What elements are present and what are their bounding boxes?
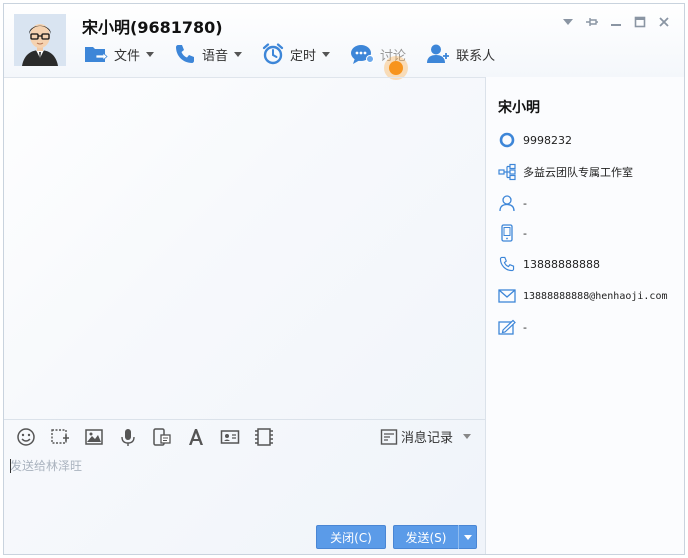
close-window-button[interactable]	[652, 12, 676, 32]
profile-org: 多益云团队专属工作室	[523, 166, 633, 179]
message-history-button[interactable]: 消息记录	[380, 427, 471, 446]
minimize-button[interactable]	[604, 12, 628, 32]
send-button[interactable]: 发送(S)	[393, 525, 477, 549]
file-button[interactable]: 文件	[84, 40, 155, 68]
contacts-button[interactable]: 联系人	[426, 40, 495, 68]
avatar[interactable]	[14, 14, 66, 66]
image-button[interactable]	[82, 425, 106, 449]
contacts-label: 联系人	[456, 48, 496, 64]
phone-icon	[498, 255, 516, 273]
send-options-dropdown[interactable]	[459, 525, 476, 549]
profile-mobile-row: -	[498, 223, 527, 243]
smiley-icon	[17, 427, 35, 446]
maximize-icon	[634, 16, 646, 28]
mobile-icon	[498, 224, 516, 242]
chevron-down-icon	[234, 51, 243, 57]
send-to-phone-button[interactable]	[150, 425, 174, 449]
file-label: 文件	[114, 48, 141, 64]
schedule-button[interactable]: 定时	[262, 40, 331, 68]
screenshot-button[interactable]	[48, 425, 72, 449]
microphone-icon	[121, 428, 135, 446]
close-button[interactable]: 关闭(C)	[316, 525, 386, 549]
screenshot-icon	[51, 428, 69, 444]
profile-signature: -	[523, 320, 527, 334]
voice-label: 语音	[202, 48, 229, 64]
main-toolbar: 文件 语音 定时 讨论 联系人	[84, 40, 515, 68]
font-button[interactable]	[184, 425, 208, 449]
history-label: 消息记录	[400, 431, 453, 446]
message-input[interactable]	[4, 453, 485, 521]
edit-signature-icon	[498, 318, 516, 336]
user-icon	[498, 194, 516, 212]
alarm-clock-icon	[262, 43, 284, 65]
profile-person: -	[523, 196, 527, 210]
business-card-button[interactable]	[218, 425, 242, 449]
snippet-button[interactable]	[252, 425, 276, 449]
profile-phone: 13888888888	[523, 257, 600, 271]
history-icon	[380, 428, 398, 445]
message-input-container	[4, 453, 485, 521]
schedule-label: 定时	[290, 48, 317, 64]
pin-icon	[586, 18, 598, 26]
chevron-down-icon	[463, 434, 471, 439]
phone-transfer-icon	[153, 427, 171, 446]
profile-email-row: 13888888888@henhaoji.com	[498, 286, 668, 306]
contact-title: 宋小明(9681780)	[82, 18, 223, 37]
maximize-button[interactable]	[628, 12, 652, 32]
voice-button[interactable]: 语音	[174, 40, 243, 68]
contact-profile-panel: 宋小明 9998232 多益云团队专属工作室 - - 13888888888 1…	[486, 77, 684, 554]
font-icon	[189, 428, 203, 445]
org-tree-icon	[498, 163, 516, 181]
voice-message-button[interactable]	[116, 425, 140, 449]
folder-icon	[85, 47, 108, 62]
chevron-down-icon	[322, 51, 331, 57]
film-frame-icon	[255, 427, 273, 446]
add-contact-icon	[427, 44, 450, 63]
phone-icon	[176, 45, 195, 63]
pin-button[interactable]	[580, 12, 604, 32]
image-icon	[85, 428, 103, 445]
triangle-down-icon	[563, 19, 573, 25]
profile-signature-row: -	[498, 317, 527, 337]
profile-name: 宋小明	[498, 100, 540, 116]
chevron-down-icon	[146, 51, 155, 57]
profile-email: 13888888888@henhaoji.com	[523, 290, 668, 302]
message-area[interactable]	[4, 77, 485, 419]
chat-bubble-icon	[351, 45, 375, 64]
profile-mobile: -	[523, 226, 527, 240]
text-caret	[10, 459, 11, 473]
emoji-button[interactable]	[14, 425, 38, 449]
menu-dropdown-button[interactable]	[556, 12, 580, 32]
profile-phone-row: 13888888888	[498, 254, 600, 274]
profile-qq: 9998232	[523, 133, 572, 147]
send-label: 发送(S)	[405, 530, 447, 545]
profile-org-row: 多益云团队专属工作室	[498, 162, 633, 182]
minimize-icon	[611, 24, 621, 26]
input-toolbar: 消息记录	[4, 419, 485, 453]
profile-qq-row: 9998232	[498, 130, 572, 150]
mail-icon	[498, 287, 516, 305]
chat-header: 宋小明(9681780) 文件 语音 定时 讨论 联系人	[4, 4, 684, 77]
profile-person-row: -	[498, 193, 527, 213]
id-card-icon	[220, 429, 240, 444]
close-icon	[659, 17, 669, 27]
chat-window: 宋小明(9681780) 文件 语音 定时 讨论 联系人 消息记录 发送给林泽旺…	[3, 3, 685, 555]
ring-icon	[498, 131, 516, 149]
chevron-down-icon	[463, 534, 472, 540]
window-controls	[556, 12, 676, 32]
